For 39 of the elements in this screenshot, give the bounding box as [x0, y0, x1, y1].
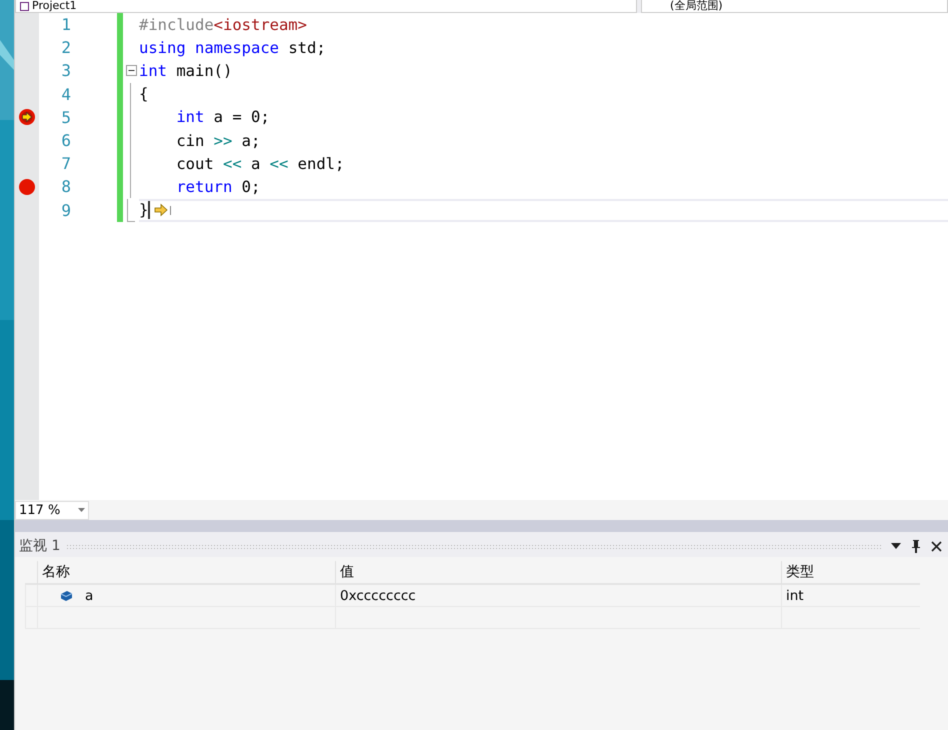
breakpoint-arrow-icon[interactable]: [19, 109, 35, 126]
breakpoint-icon[interactable]: [19, 178, 35, 195]
variable-icon: [60, 590, 73, 602]
table-cell: 0xcccccccc: [335, 585, 781, 607]
line-number: 2: [61, 37, 71, 60]
caret-icon: [78, 508, 85, 512]
project-icon: [20, 2, 29, 10]
code-line: int main(): [139, 60, 232, 81]
code-line: cout << a << endl;: [175, 154, 344, 174]
table-cell: a: [37, 585, 335, 607]
line-number: 9: [61, 200, 71, 222]
line-number: 6: [61, 130, 71, 152]
scope-dropdown[interactable]: (全局范围): [641, 0, 948, 13]
project-dropdown[interactable]: Project1: [15, 0, 637, 13]
close-button[interactable]: [929, 540, 944, 552]
column-header[interactable]: 类型: [781, 561, 920, 585]
table-cell: int: [781, 585, 920, 607]
line-number: 8: [61, 176, 71, 198]
line-number: 4: [61, 84, 71, 106]
panel-title: 监视 1: [19, 537, 60, 555]
pin-button[interactable]: [909, 540, 923, 552]
code-line: cin >> a;: [175, 130, 260, 151]
zoom-dropdown[interactable]: 117 %: [15, 500, 89, 520]
column-header[interactable]: 值: [335, 561, 781, 585]
text-cursor: [148, 201, 152, 220]
code-line: int a = 0;: [175, 107, 270, 128]
fold-end-line: [127, 198, 135, 222]
code-line: using namespace std;: [139, 38, 326, 58]
line-number: 7: [61, 153, 71, 176]
dropdown-button[interactable]: [889, 543, 903, 549]
collapse-icon[interactable]: [126, 65, 136, 76]
line-number: 3: [61, 60, 71, 82]
code-line: #include<iostream>: [139, 14, 307, 35]
line-number: 5: [61, 106, 71, 129]
line-number: 1: [61, 14, 71, 36]
code-line: {: [139, 84, 148, 104]
code-line: return 0;: [175, 176, 260, 197]
column-header[interactable]: 名称: [37, 561, 335, 585]
code-line: }: [139, 200, 148, 220]
